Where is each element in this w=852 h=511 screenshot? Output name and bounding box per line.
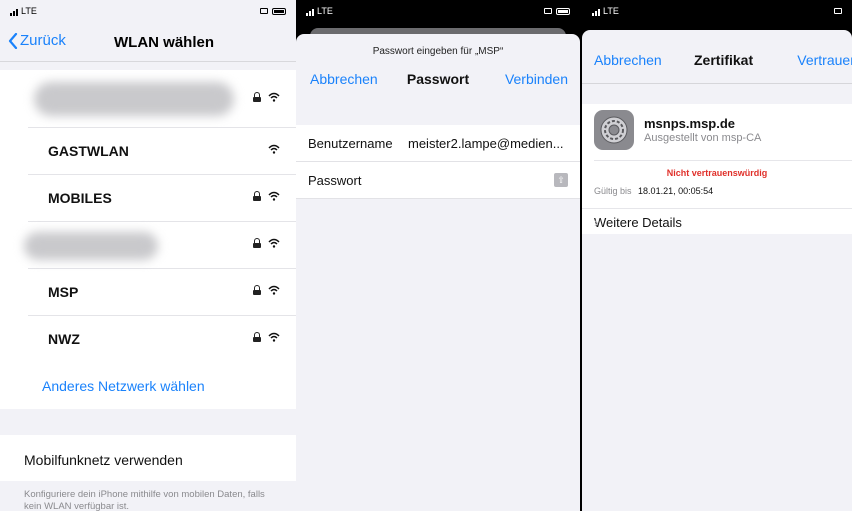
carrier-label: LTE <box>21 6 37 16</box>
more-details-row[interactable]: Weitere Details › <box>582 208 852 234</box>
password-sheet: Passwort eingeben für „MSP“ Abbrechen Pa… <box>296 34 580 511</box>
lock-icon <box>253 332 261 342</box>
other-network-link[interactable]: Anderes Netzwerk wählen <box>42 378 205 394</box>
password-row: Passwort ⇧ <box>296 162 580 199</box>
password-screen: LTE Passwort eingeben für „MSP“ Abbreche… <box>296 0 580 511</box>
page-title: WLAN wählen <box>114 34 214 51</box>
chevron-right-icon: › <box>594 214 599 230</box>
lock-icon <box>253 92 261 102</box>
sheet-nav-bar: Abbrechen Passwort Verbinden <box>296 59 580 99</box>
lock-icon <box>253 191 261 201</box>
password-prompt: Passwort eingeben für „MSP“ <box>372 46 504 57</box>
username-label: Benutzername <box>308 136 393 151</box>
certificate-screen: LTE Abbrechen Zertifikat Vertrauen msnps… <box>582 0 852 511</box>
valid-until-value: 18.01.21, 00:05:54 <box>638 186 714 196</box>
wifi-icon <box>268 332 280 342</box>
other-network-row: Anderes Netzwerk wählen <box>0 363 296 409</box>
network-name: NWZ <box>48 331 80 347</box>
certificate-name: msnps.msp.de <box>644 116 736 131</box>
password-field[interactable] <box>408 170 538 190</box>
wifi-icon <box>268 238 280 248</box>
wlan-list-screen: LTE Zurück WLAN wählen GASTWLAN MOBILES … <box>0 0 296 511</box>
sheet-nav-bar: Abbrechen Zertifikat Vertrauen <box>582 34 852 84</box>
network-row-hidden-2[interactable] <box>24 222 296 269</box>
network-name: MSP <box>48 284 79 300</box>
network-row[interactable]: NWZ <box>28 316 296 363</box>
wifi-icon <box>268 144 280 154</box>
back-label: Zurück <box>20 32 66 49</box>
carrier-label: LTE <box>317 6 333 16</box>
lock-icon <box>253 238 261 248</box>
lock-icon <box>253 285 261 295</box>
mobile-data-note: Konfiguriere dein iPhone mithilfe von mo… <box>24 489 265 511</box>
signal-icon <box>306 9 314 16</box>
battery-icon <box>272 7 286 15</box>
chevron-left-icon <box>8 32 18 49</box>
key-icon[interactable]: ⇧ <box>554 173 568 187</box>
wifi-icon <box>268 191 280 201</box>
certificate-card: msnps.msp.de Ausgestellt von msp-CA Nich… <box>582 104 852 234</box>
sheet-title: Zertifikat <box>694 52 754 68</box>
nav-bar: Zurück WLAN wählen <box>0 22 296 62</box>
network-list: GASTWLAN MOBILES MSP NWZ <box>0 70 296 363</box>
certificate-issuer: Ausgestellt von msp-CA <box>644 132 762 144</box>
username-field[interactable]: meister2.lampe@medien... <box>408 136 564 151</box>
back-button[interactable]: Zurück <box>8 32 66 49</box>
status-bar: LTE <box>296 0 580 22</box>
wifi-icon <box>268 285 280 295</box>
redacted-network-name <box>34 82 234 116</box>
credentials-form: Benutzername meister2.lampe@medien... Pa… <box>296 125 580 199</box>
screen-mirroring-icon <box>834 8 842 14</box>
wifi-icon <box>268 92 280 102</box>
connect-button[interactable]: Verbinden <box>505 71 568 87</box>
battery-icon <box>556 7 570 15</box>
validity-row: Gültig bis 18.01.21, 00:05:54 <box>594 186 713 196</box>
signal-icon <box>592 9 600 16</box>
signal-icon <box>10 9 18 16</box>
network-row[interactable]: MSP <box>28 269 296 316</box>
trust-button[interactable]: Vertrauen <box>797 52 852 68</box>
network-row[interactable]: MOBILES <box>28 175 296 222</box>
username-row: Benutzername meister2.lampe@medien... <box>296 125 580 162</box>
screen-mirroring-icon <box>260 8 268 14</box>
mobile-data-row[interactable]: Mobilfunknetz verwenden <box>0 435 296 481</box>
status-bar: LTE <box>582 0 852 22</box>
redacted-network-name <box>24 232 158 260</box>
certificate-sheet: Abbrechen Zertifikat Vertrauen msnps.msp… <box>582 30 852 511</box>
mobile-data-label: Mobilfunknetz verwenden <box>24 452 183 468</box>
network-row[interactable]: GASTWLAN <box>28 128 296 175</box>
untrusted-warning: Nicht vertrauenswürdig <box>666 168 768 178</box>
settings-gear-icon <box>594 110 634 150</box>
divider <box>594 160 852 161</box>
cancel-button[interactable]: Abbrechen <box>594 52 662 68</box>
network-name: GASTWLAN <box>48 143 129 159</box>
network-name: MOBILES <box>48 190 112 206</box>
screen-mirroring-icon <box>544 8 552 14</box>
network-row-hidden-1[interactable] <box>28 70 296 128</box>
valid-until-label: Gültig bis <box>594 186 632 196</box>
carrier-label: LTE <box>603 6 619 16</box>
status-bar: LTE <box>0 0 296 22</box>
password-label: Passwort <box>308 173 362 188</box>
